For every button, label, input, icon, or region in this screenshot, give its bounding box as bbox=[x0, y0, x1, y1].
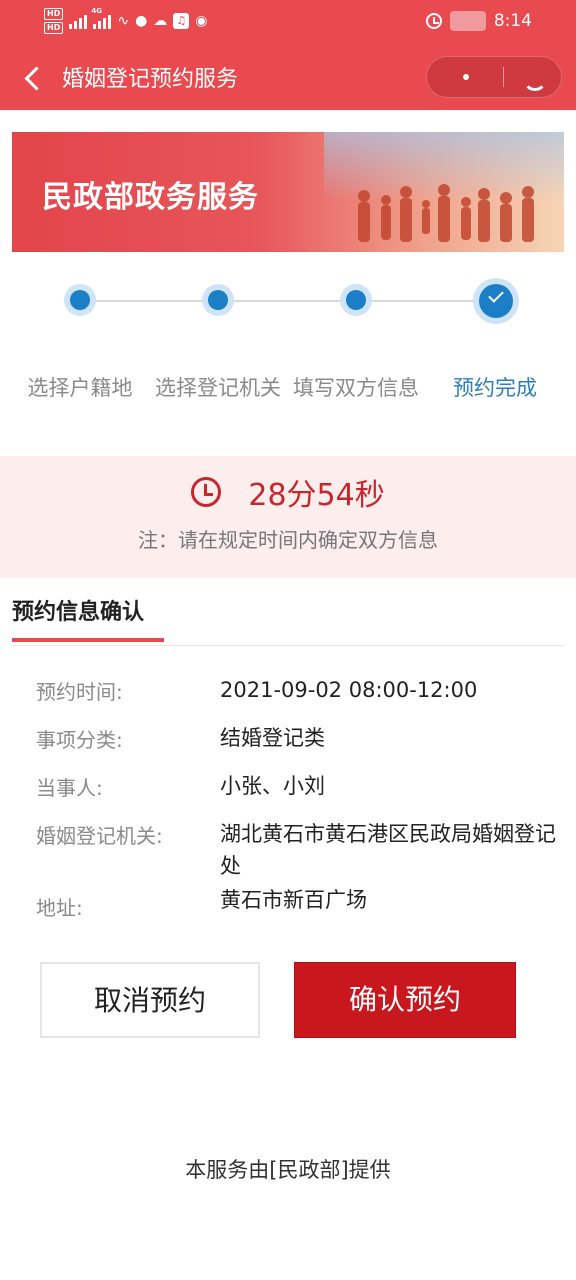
step-2-dot bbox=[202, 284, 234, 316]
miniprogram-capsule bbox=[426, 56, 562, 98]
banner: 民政部政务服务 bbox=[12, 132, 564, 252]
more-icon[interactable] bbox=[427, 57, 503, 97]
cancel-booking-button[interactable]: 取消预约 bbox=[40, 962, 260, 1038]
footer-provider: 本服务由[民政部]提供 bbox=[185, 1158, 391, 1182]
family-silhouette-image bbox=[358, 184, 534, 242]
battery-saver-icon: ● bbox=[135, 13, 148, 29]
section-title: 预约信息确认 bbox=[12, 600, 145, 625]
confirm-booking-button[interactable]: 确认预约 bbox=[294, 962, 516, 1038]
progress-steps: 选择户籍地 选择登记机关 填写双方信息 预约完成 bbox=[0, 270, 576, 440]
cloud-icon: ☁ bbox=[153, 13, 168, 29]
step-3-label: 填写双方信息 bbox=[293, 376, 419, 400]
step-1-dot bbox=[64, 284, 96, 316]
info-value: 黄石市新百广场 bbox=[220, 888, 367, 912]
info-value: 小张、小刘 bbox=[220, 774, 325, 798]
info-label: 事项分类: bbox=[36, 728, 123, 752]
step-4-label: 预约完成 bbox=[453, 376, 537, 400]
network-type: 4G bbox=[91, 7, 102, 15]
info-value: 结婚登记类 bbox=[220, 726, 325, 750]
hd-badge-1: HD bbox=[44, 8, 64, 20]
alarm-icon bbox=[425, 13, 442, 29]
clock-icon bbox=[191, 477, 222, 507]
step-4-dot bbox=[473, 278, 519, 324]
step-3-dot bbox=[340, 284, 372, 316]
step-1-label: 选择户籍地 bbox=[27, 376, 133, 400]
battery-icon bbox=[449, 11, 486, 31]
info-value: 湖北黄石市黄石港区民政局婚姻登记处 bbox=[220, 822, 556, 878]
page-title: 婚姻登记预约服务 bbox=[62, 67, 239, 92]
music-icon: ♫ bbox=[173, 13, 190, 29]
info-label: 地址: bbox=[36, 896, 83, 920]
status-bar-right: 8:14 bbox=[425, 8, 532, 34]
step-2-label: 选择登记机关 bbox=[155, 376, 281, 400]
close-icon[interactable] bbox=[504, 57, 562, 97]
section-title-underline bbox=[12, 638, 164, 642]
hd-badge-2: HD bbox=[44, 22, 64, 34]
title-bar: 婚姻登记预约服务 bbox=[0, 48, 576, 108]
status-bar: HD HD 4G ∿ ● ☁ ♫ ◉ 8:14 bbox=[0, 0, 576, 40]
status-bar-left: HD HD 4G ∿ ● ☁ ♫ ◉ bbox=[44, 6, 208, 36]
countdown-panel: 28分54秒 注：请在规定时间内确定双方信息 bbox=[0, 456, 576, 578]
signal-icon: 4G bbox=[91, 7, 112, 29]
timer-row: 28分54秒 bbox=[0, 470, 576, 513]
countdown-timer: 28分54秒 bbox=[248, 478, 385, 513]
back-icon[interactable] bbox=[22, 62, 46, 92]
clock-time: 8:14 bbox=[493, 11, 532, 31]
info-label: 当事人: bbox=[36, 776, 103, 800]
section-divider bbox=[12, 645, 564, 646]
banner-title: 民政部政务服务 bbox=[42, 180, 259, 215]
wifi-icon: ∿ bbox=[117, 13, 130, 29]
info-value: 2021-09-02 08:00-12:00 bbox=[220, 678, 478, 702]
app-header: HD HD 4G ∿ ● ☁ ♫ ◉ 8:14 婚姻登记预约服务 bbox=[0, 0, 576, 110]
check-icon bbox=[488, 287, 504, 303]
message-icon: ◉ bbox=[195, 13, 208, 29]
signal-icon bbox=[69, 13, 88, 29]
steps-connector bbox=[80, 300, 498, 302]
info-label: 婚姻登记机关: bbox=[36, 824, 163, 848]
info-label: 预约时间: bbox=[36, 680, 123, 704]
hd-icon: HD HD bbox=[44, 8, 64, 34]
countdown-note: 注：请在规定时间内确定双方信息 bbox=[138, 528, 438, 552]
